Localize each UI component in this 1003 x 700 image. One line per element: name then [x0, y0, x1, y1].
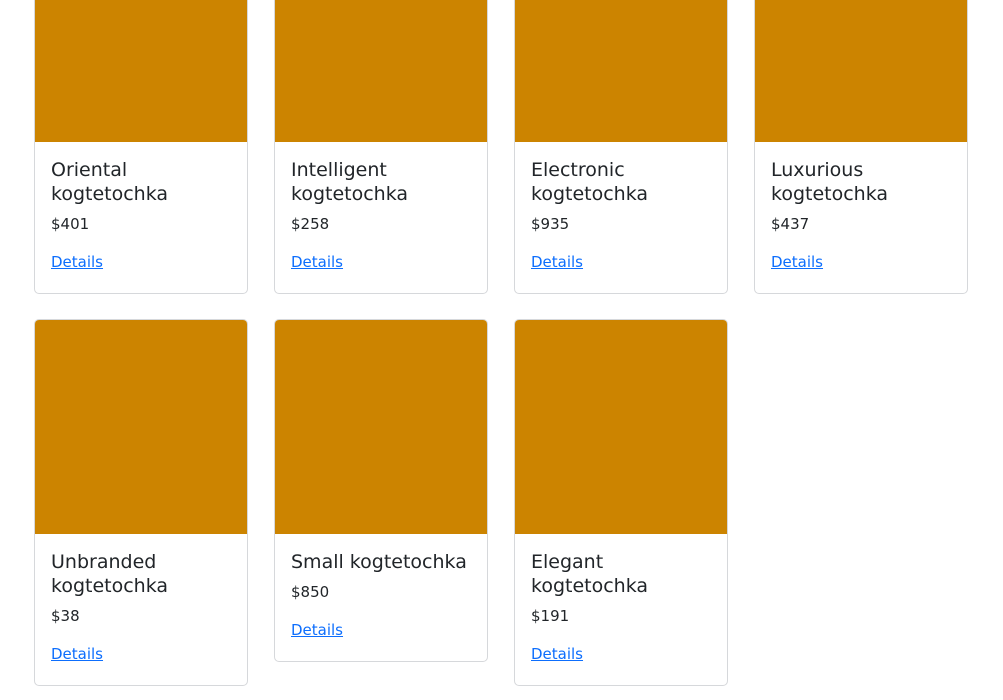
- product-image: [275, 320, 487, 534]
- product-image: [755, 0, 967, 142]
- product-card: Intelligent kogtetochka $258 Details: [274, 0, 488, 294]
- card-body: Luxurious kogtetochka $437 Details: [755, 142, 967, 291]
- card-body: Elegant kogtetochka $191 Details: [515, 534, 727, 683]
- product-price: $437: [771, 215, 810, 233]
- product-card: Unbranded kogtetochka $38 Details: [34, 319, 248, 686]
- card-body: Oriental kogtetochka $401 Details: [35, 142, 247, 291]
- details-link[interactable]: Details: [771, 252, 823, 272]
- product-image: [515, 320, 727, 534]
- product-price: $38: [51, 607, 80, 625]
- product-card: Electronic kogtetochka $935 Details: [514, 0, 728, 294]
- product-card: Luxurious kogtetochka $437 Details: [754, 0, 968, 294]
- product-price: $191: [531, 607, 570, 625]
- details-link[interactable]: Details: [291, 252, 343, 272]
- card-body: Unbranded kogtetochka $38 Details: [35, 534, 247, 683]
- product-title: Unbranded kogtetochka: [51, 551, 169, 597]
- card-body: Small kogtetochka $850 Details: [275, 534, 487, 659]
- product-image: [35, 0, 247, 142]
- card-body: Electronic kogtetochka $935 Details: [515, 142, 727, 291]
- product-card: Small kogtetochka $850 Details: [274, 319, 488, 662]
- product-grid: Oriental kogtetochka $401 Details Intell…: [0, 0, 1003, 700]
- product-title: Intelligent kogtetochka: [291, 159, 409, 205]
- product-price: $401: [51, 215, 90, 233]
- product-title: Luxurious kogtetochka: [771, 159, 889, 205]
- product-title: Small kogtetochka: [291, 551, 467, 573]
- details-link[interactable]: Details: [51, 644, 103, 664]
- product-price: $850: [291, 583, 330, 601]
- product-image: [275, 0, 487, 142]
- product-price: $258: [291, 215, 330, 233]
- product-title: Elegant kogtetochka: [531, 551, 649, 597]
- product-title: Oriental kogtetochka: [51, 159, 169, 205]
- product-title: Electronic kogtetochka: [531, 159, 649, 205]
- product-image: [35, 320, 247, 534]
- product-card: Elegant kogtetochka $191 Details: [514, 319, 728, 686]
- details-link[interactable]: Details: [531, 252, 583, 272]
- product-price: $935: [531, 215, 570, 233]
- card-body: Intelligent kogtetochka $258 Details: [275, 142, 487, 291]
- product-card: Oriental kogtetochka $401 Details: [34, 0, 248, 294]
- details-link[interactable]: Details: [291, 620, 343, 640]
- details-link[interactable]: Details: [51, 252, 103, 272]
- details-link[interactable]: Details: [531, 644, 583, 664]
- product-image: [515, 0, 727, 142]
